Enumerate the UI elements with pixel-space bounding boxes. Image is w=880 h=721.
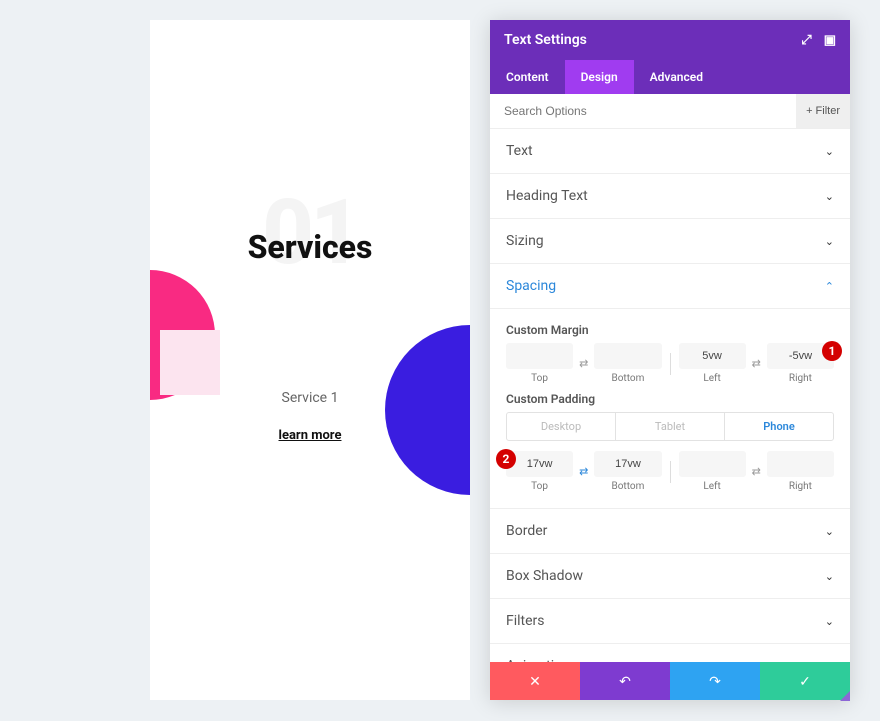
panel-title: Text Settings <box>504 32 587 48</box>
section-spacing[interactable]: Spacing⌃ <box>490 264 850 309</box>
chevron-down-icon: ⌄ <box>825 145 834 158</box>
section-box-shadow[interactable]: Box Shadow⌄ <box>490 554 850 599</box>
section-sizing[interactable]: Sizing⌄ <box>490 219 850 264</box>
device-tabs: Desktop Tablet Phone <box>506 412 834 441</box>
filter-button[interactable]: + Filter <box>796 94 850 128</box>
chevron-up-icon: ⌃ <box>825 280 834 293</box>
chevron-down-icon: ⌄ <box>825 615 834 628</box>
filter-label: Filter <box>816 105 840 117</box>
link-icon[interactable]: ⇄ <box>750 357 763 370</box>
panel-header: Text Settings ⤢ ▣ <box>490 20 850 60</box>
padding-bottom-input[interactable] <box>594 451 661 477</box>
divider <box>670 461 671 483</box>
services-heading: Services <box>248 228 373 266</box>
panel-body[interactable]: Text⌄ Heading Text⌄ Sizing⌄ Spacing⌃ Cus… <box>490 129 850 662</box>
link-icon[interactable]: ⇄ <box>577 357 590 370</box>
custom-margin-label: Custom Margin <box>506 323 834 337</box>
blue-circle-shape <box>385 325 470 495</box>
device-desktop[interactable]: Desktop <box>507 413 615 440</box>
spacing-body: Custom Margin Top ⇄ Bottom Left ⇄ Right … <box>490 309 850 509</box>
margin-bottom-input[interactable] <box>594 343 661 369</box>
padding-left-input[interactable] <box>679 451 746 477</box>
service-item-label: Service 1 <box>282 390 339 406</box>
margin-left-input[interactable] <box>679 343 746 369</box>
chevron-down-icon: ⌄ <box>825 190 834 203</box>
device-tablet[interactable]: Tablet <box>615 413 724 440</box>
search-row: + Filter <box>490 94 850 129</box>
section-heading-text[interactable]: Heading Text⌄ <box>490 174 850 219</box>
tab-design[interactable]: Design <box>565 60 634 94</box>
padding-right-input[interactable] <box>767 451 834 477</box>
section-animation[interactable]: Animation⌄ <box>490 644 850 662</box>
learn-more-link[interactable]: learn more <box>279 428 342 443</box>
dock-icon[interactable]: ▣ <box>824 33 836 48</box>
annotation-1: 1 <box>822 341 842 361</box>
link-icon[interactable]: ⇄ <box>577 465 590 478</box>
preview-canvas: 01 Services Service 1 learn more <box>150 20 470 700</box>
custom-padding-label: Custom Padding <box>506 392 834 406</box>
redo-button[interactable]: ↷ <box>670 662 760 700</box>
device-phone[interactable]: Phone <box>724 413 833 440</box>
chevron-down-icon: ⌄ <box>825 235 834 248</box>
chevron-down-icon: ⌄ <box>825 570 834 583</box>
section-filters[interactable]: Filters⌄ <box>490 599 850 644</box>
tab-content[interactable]: Content <box>490 60 565 94</box>
close-button[interactable]: ✕ <box>490 662 580 700</box>
chevron-down-icon: ⌄ <box>825 525 834 538</box>
margin-top-input[interactable] <box>506 343 573 369</box>
tab-advanced[interactable]: Advanced <box>634 60 719 94</box>
panel-footer: ✕ ↶ ↷ ✓ <box>490 662 850 700</box>
padding-inputs: 2 Top ⇄ Bottom Left ⇄ Right <box>506 451 834 492</box>
expand-icon[interactable]: ⤢ <box>801 33 811 48</box>
margin-inputs: Top ⇄ Bottom Left ⇄ Right 1 <box>506 343 834 384</box>
search-input[interactable] <box>490 94 796 128</box>
panel-tabs: Content Design Advanced <box>490 60 850 94</box>
settings-panel: Text Settings ⤢ ▣ Content Design Advance… <box>490 20 850 700</box>
pink-square-shape <box>160 330 220 395</box>
padding-top-input[interactable] <box>506 451 573 477</box>
resize-handle-icon[interactable] <box>840 691 850 701</box>
section-border[interactable]: Border⌄ <box>490 509 850 554</box>
link-icon[interactable]: ⇄ <box>750 465 763 478</box>
divider <box>670 353 671 375</box>
undo-button[interactable]: ↶ <box>580 662 670 700</box>
annotation-2: 2 <box>496 449 516 469</box>
section-text[interactable]: Text⌄ <box>490 129 850 174</box>
save-button[interactable]: ✓ <box>760 662 850 700</box>
